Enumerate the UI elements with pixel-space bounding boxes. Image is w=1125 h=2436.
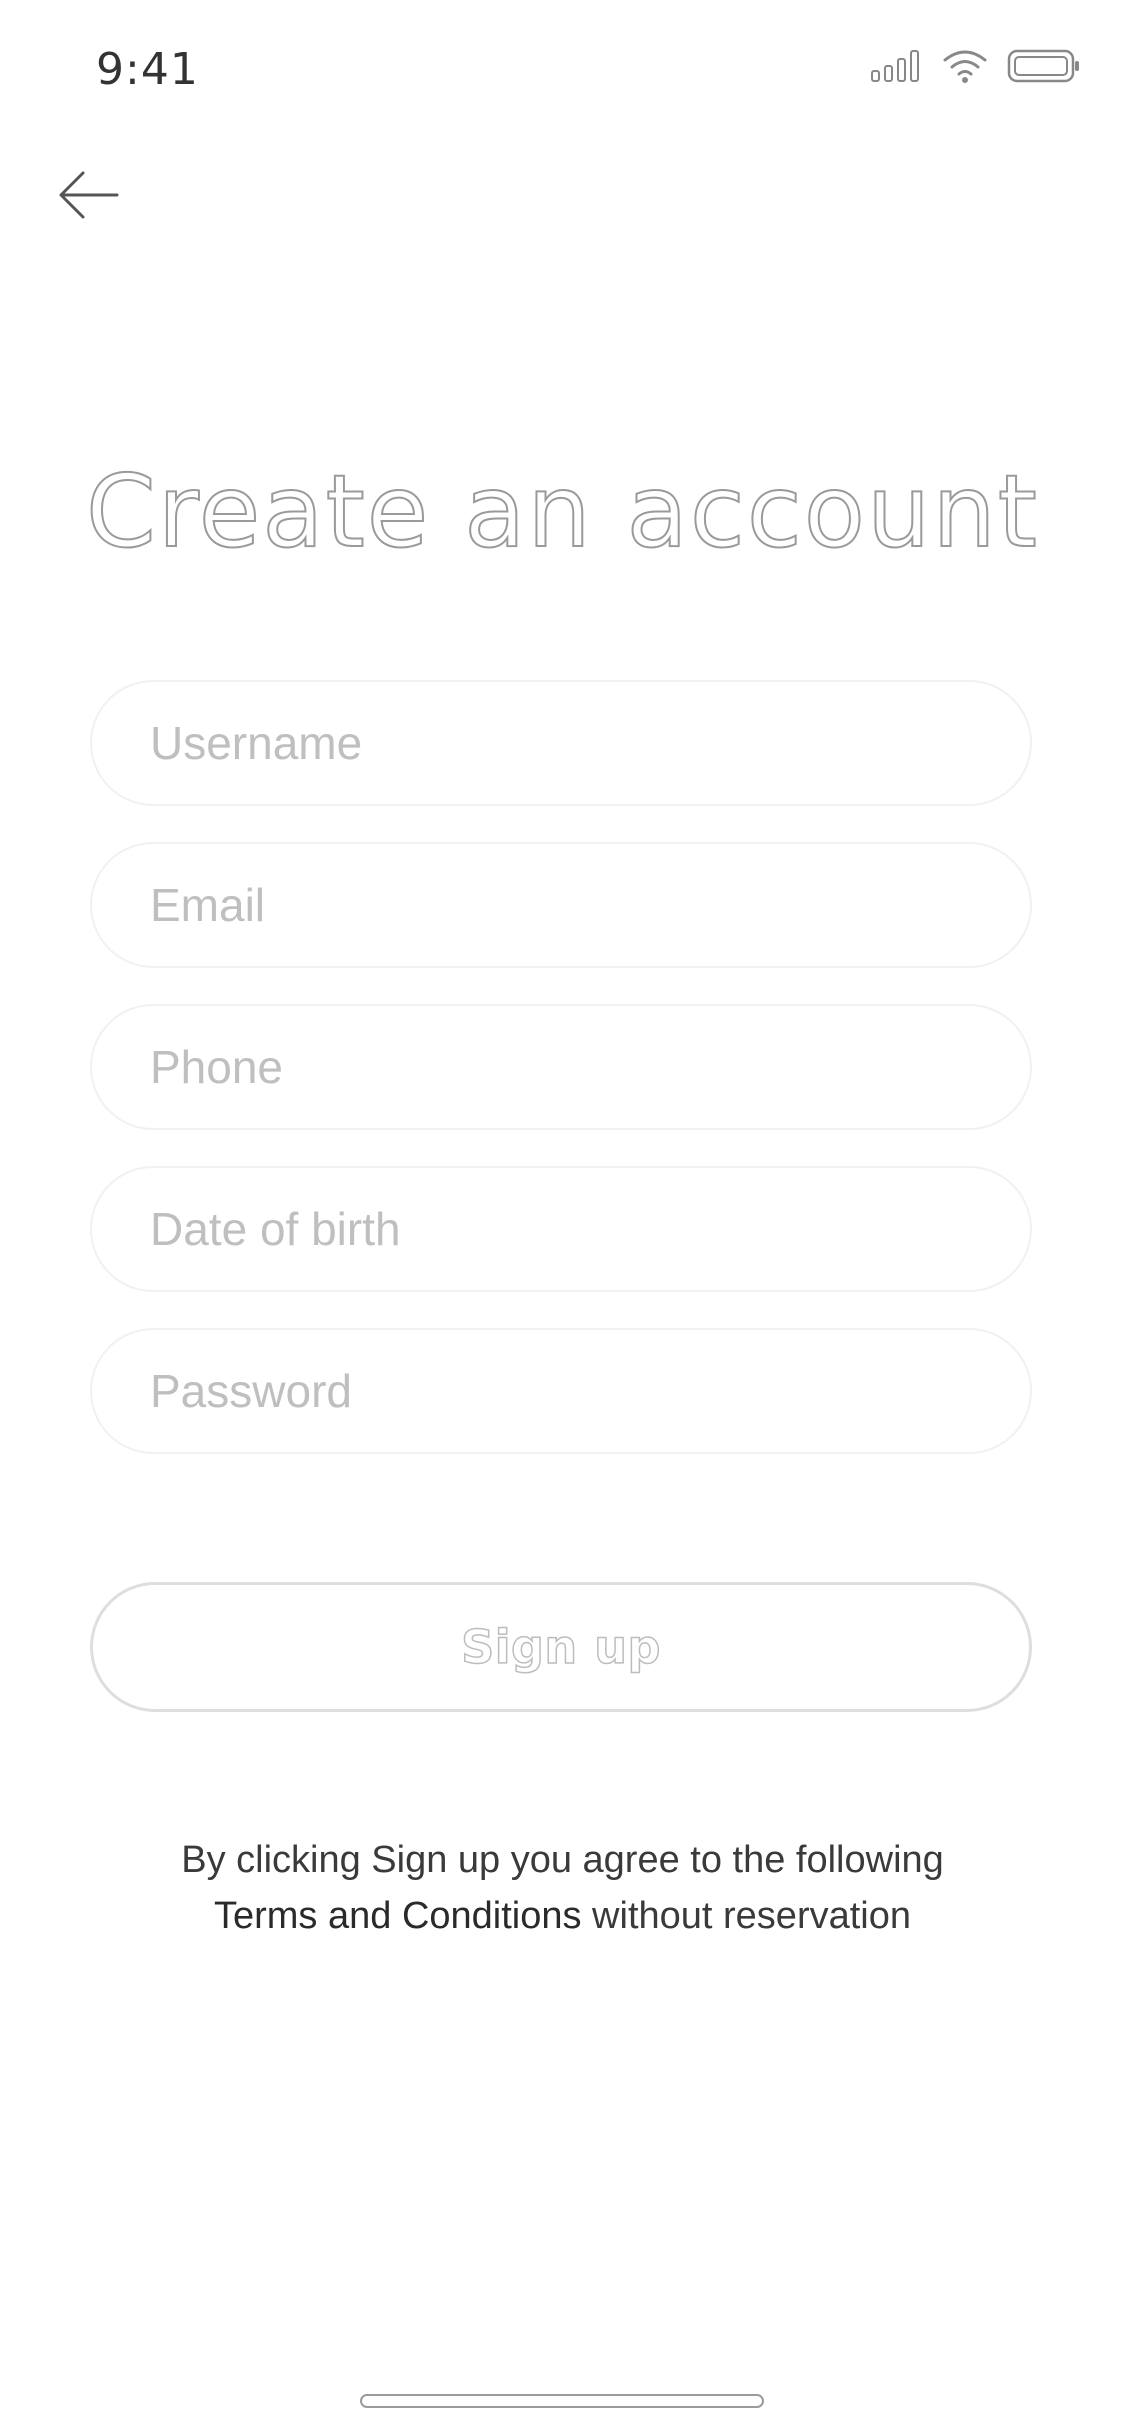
terms-line-2: Terms and Conditions without reservation [0,1888,1125,1944]
dob-field-container [90,1166,1032,1292]
terms-line-1: By clicking Sign up you agree to the fol… [181,1839,944,1881]
email-field-container [90,842,1032,968]
phone-input[interactable] [92,1006,1030,1128]
password-input[interactable] [92,1330,1030,1452]
battery-icon [1007,49,1081,87]
page-title: Create an account [85,452,1039,571]
status-time: 9:41 [96,44,199,95]
arrow-left-icon [57,169,119,225]
terms-text: By clicking Sign up you agree to the fol… [0,1832,1125,1944]
status-icons [871,48,1081,88]
status-bar: 9:41 [0,0,1125,140]
signal-icon [871,49,923,87]
date-of-birth-input[interactable] [92,1168,1030,1290]
username-field-container [90,680,1032,806]
wifi-icon [941,48,989,88]
password-field-container [90,1328,1032,1454]
sign-up-label: Sign up [460,1619,661,1675]
sign-up-button[interactable]: Sign up [90,1582,1032,1712]
username-input[interactable] [92,682,1030,804]
back-button[interactable] [52,165,124,229]
terms-and-conditions-link[interactable]: Terms and Conditions [214,1895,582,1937]
home-indicator [360,2394,764,2408]
email-input[interactable] [92,844,1030,966]
phone-field-container [90,1004,1032,1130]
terms-line-2-rest: without reservation [581,1895,911,1937]
